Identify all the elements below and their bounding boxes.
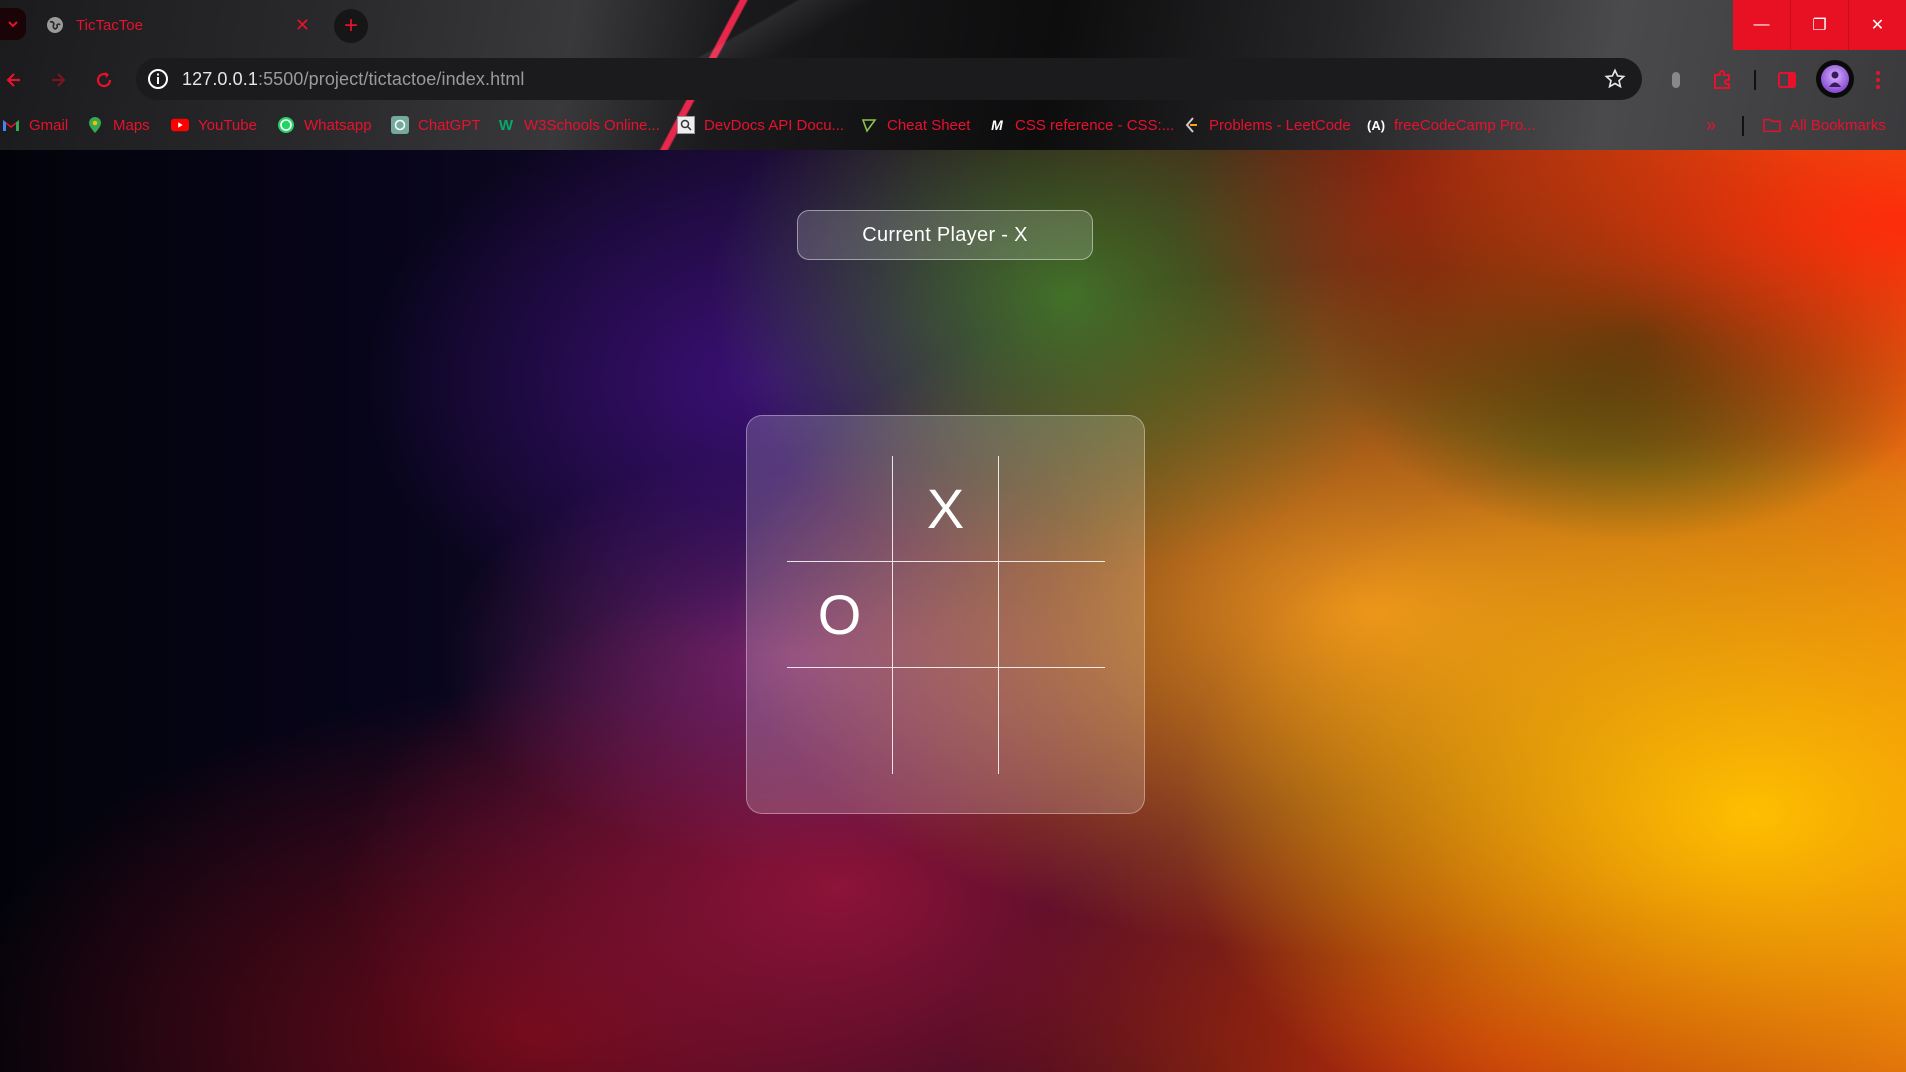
extension-button[interactable] bbox=[1664, 68, 1688, 92]
back-button[interactable] bbox=[2, 68, 26, 92]
bookmark-gmail[interactable]: Gmail bbox=[2, 112, 68, 138]
address-bar[interactable]: 127.0.0.1:5500/project/tictactoe/index.h… bbox=[136, 58, 1642, 100]
youtube-icon bbox=[171, 116, 189, 134]
minimize-button[interactable]: — bbox=[1733, 0, 1790, 50]
restore-button[interactable]: ❐ bbox=[1790, 0, 1848, 50]
board-cell-3[interactable] bbox=[999, 456, 1105, 562]
board-cell-5[interactable] bbox=[893, 562, 999, 668]
devdocs-icon bbox=[677, 116, 695, 134]
maps-icon bbox=[86, 116, 104, 134]
extensions-menu-button[interactable] bbox=[1710, 68, 1734, 92]
bookmarks-overflow-button[interactable]: » bbox=[1706, 112, 1716, 138]
window-controls: — ❐ ✕ bbox=[1733, 0, 1906, 50]
toolbar-divider bbox=[1754, 70, 1756, 90]
chatgpt-icon bbox=[391, 116, 409, 134]
board-cell-4[interactable]: O bbox=[787, 562, 893, 668]
reload-icon bbox=[96, 72, 112, 88]
site-info-icon[interactable] bbox=[146, 67, 170, 91]
bookmark-freecodecamp[interactable]: (A) freeCodeCamp Pro... bbox=[1367, 112, 1536, 138]
browser-chrome: TicTacToe ✕ + — ❐ ✕ 127.0.0.1:5500/proje… bbox=[0, 0, 1906, 150]
bookmark-w3schools[interactable]: W W3Schools Online... bbox=[497, 112, 660, 138]
leetcode-icon bbox=[1182, 116, 1200, 134]
bookmarks-bar: Gmail Maps YouTube Whatsapp ChatGPT W W3… bbox=[0, 112, 1906, 138]
current-player-status: Current Player - X bbox=[797, 210, 1093, 260]
board-cell-8[interactable] bbox=[893, 668, 999, 774]
all-bookmarks-button[interactable]: All Bookmarks bbox=[1763, 112, 1886, 138]
board-cell-7[interactable] bbox=[787, 668, 893, 774]
back-arrow-icon bbox=[6, 73, 20, 87]
reload-button[interactable] bbox=[92, 68, 116, 92]
bookmarks-divider bbox=[1742, 116, 1744, 136]
tab-search-button[interactable] bbox=[0, 8, 26, 40]
page-viewport: Current Player - X X O bbox=[0, 150, 1906, 1072]
game-board: X O bbox=[787, 456, 1105, 774]
gmail-icon bbox=[2, 116, 20, 134]
folder-icon bbox=[1763, 116, 1781, 134]
game-board-card: X O bbox=[746, 415, 1145, 814]
browser-tab[interactable]: TicTacToe ✕ bbox=[36, 6, 324, 44]
tab-title: TicTacToe bbox=[76, 16, 143, 34]
bookmark-leetcode[interactable]: Problems - LeetCode bbox=[1182, 112, 1351, 138]
w3schools-icon: W bbox=[498, 116, 514, 134]
puzzle-icon bbox=[1714, 70, 1730, 89]
bookmark-cheat-sheet[interactable]: Cheat Sheet bbox=[860, 112, 970, 138]
globe-icon bbox=[47, 17, 63, 33]
forward-button[interactable] bbox=[46, 68, 70, 92]
bookmark-maps[interactable]: Maps bbox=[86, 112, 150, 138]
bookmark-star-icon[interactable] bbox=[1604, 68, 1626, 90]
board-cell-2[interactable]: X bbox=[893, 456, 999, 562]
profile-icon bbox=[1821, 65, 1849, 93]
browser-menu-button[interactable] bbox=[1866, 68, 1890, 92]
kebab-menu-icon bbox=[1876, 71, 1880, 89]
side-panel-icon bbox=[1778, 72, 1796, 88]
board-cell-6[interactable] bbox=[999, 562, 1105, 668]
whatsapp-icon bbox=[277, 116, 295, 134]
url-text: 127.0.0.1:5500/project/tictactoe/index.h… bbox=[182, 68, 525, 89]
bookmark-youtube[interactable]: YouTube bbox=[171, 112, 257, 138]
mdn-icon: M bbox=[991, 117, 1003, 133]
close-window-button[interactable]: ✕ bbox=[1848, 0, 1906, 50]
bookmark-css-reference[interactable]: M CSS reference - CSS:... bbox=[988, 112, 1174, 138]
forward-arrow-icon bbox=[52, 73, 66, 87]
chevron-down-icon bbox=[8, 21, 18, 28]
new-tab-button[interactable]: + bbox=[334, 9, 368, 43]
tab-close-icon[interactable]: ✕ bbox=[295, 15, 310, 36]
bookmark-whatsapp[interactable]: Whatsapp bbox=[277, 112, 372, 138]
browser-toolbar: 127.0.0.1:5500/project/tictactoe/index.h… bbox=[0, 58, 1906, 102]
side-panel-button[interactable] bbox=[1775, 68, 1799, 92]
cheat-sheet-icon bbox=[860, 116, 878, 134]
bookmark-chatgpt[interactable]: ChatGPT bbox=[391, 112, 481, 138]
extension-icon bbox=[1672, 72, 1680, 88]
profile-avatar[interactable] bbox=[1816, 60, 1854, 98]
board-cell-9[interactable] bbox=[999, 668, 1105, 774]
board-cell-1[interactable] bbox=[787, 456, 893, 562]
bookmark-devdocs[interactable]: DevDocs API Docu... bbox=[677, 112, 844, 138]
freecodecamp-icon: (A) bbox=[1366, 117, 1386, 133]
